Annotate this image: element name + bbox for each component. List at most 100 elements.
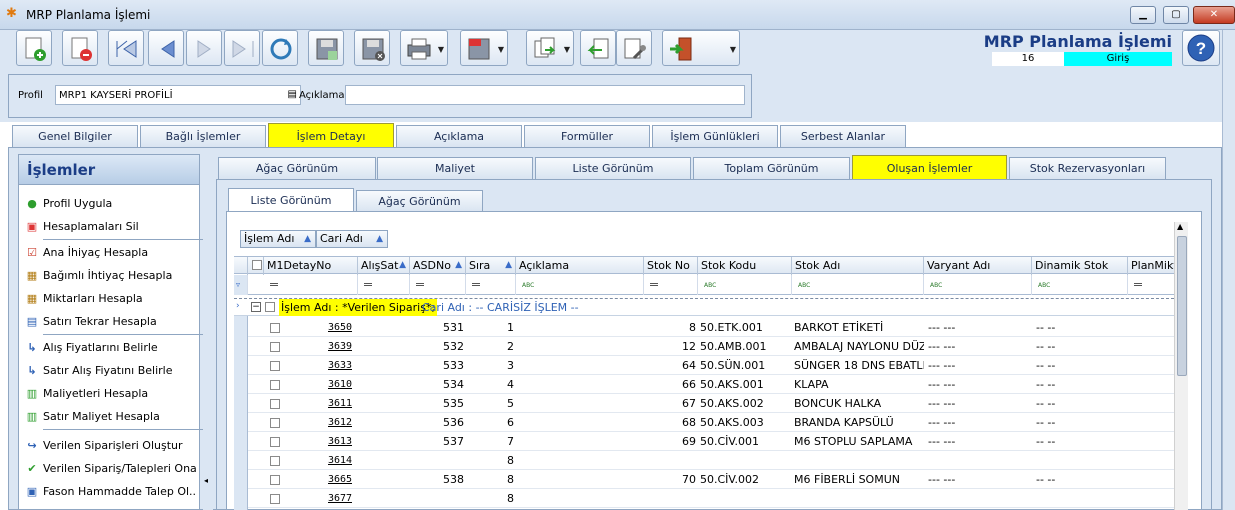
sidebar-item-satiri-tekrar[interactable]: ▤ Satırı Tekrar Hesapla xyxy=(25,313,197,331)
tab-maliyet[interactable]: Maliyet xyxy=(377,157,533,179)
tab-olusan-islemler[interactable]: Oluşan İşlemler xyxy=(852,155,1007,181)
next-record-button[interactable] xyxy=(186,30,222,66)
sidebar-item-profil-uygula[interactable]: ● Profil Uygula xyxy=(25,195,197,213)
tab-islem-detayi[interactable]: İşlem Detayı xyxy=(268,123,394,149)
import-button[interactable] xyxy=(580,30,616,66)
lookup-icon[interactable]: ▤ xyxy=(288,89,297,100)
sidebar-item-fason-hammadde[interactable]: ▣ Fason Hammadde Talep Ol... xyxy=(25,483,197,501)
sidebar-item-miktarlari-hesapla[interactable]: ▦ Miktarları Hesapla xyxy=(25,290,197,308)
table-row[interactable]: 3613 537 7 69 50.CİV.001 M6 STOPLU SAPLAMA ---… xyxy=(248,432,1174,451)
filter-cell[interactable]: ABC xyxy=(792,275,924,295)
col-aciklama[interactable]: Açıklama xyxy=(516,257,644,275)
cell-detay[interactable]: 3612 xyxy=(328,413,352,432)
row-checkbox[interactable] xyxy=(270,342,280,352)
sidebar-item-maliyetleri-hesapla[interactable]: ▥ Maliyetleri Hesapla xyxy=(25,385,197,403)
filter-cell[interactable] xyxy=(644,275,698,295)
sidebar-item-ana-ihtiyac[interactable]: ☑ Ana İhiyaç Hesapla xyxy=(25,244,197,262)
table-row[interactable]: 3677 8 xyxy=(248,489,1174,508)
profile-input[interactable]: MRP1 KAYSERİ PROFİLİ ▤ xyxy=(55,85,301,105)
row-checkbox[interactable] xyxy=(270,418,280,428)
tab-aciklama[interactable]: Açıklama xyxy=(396,125,522,147)
last-record-button[interactable] xyxy=(224,30,260,66)
col-stok-adi[interactable]: Stok Adı xyxy=(792,257,924,275)
first-record-button[interactable] xyxy=(108,30,144,66)
settings-button[interactable] xyxy=(616,30,652,66)
filter-cell[interactable]: ABC xyxy=(1032,275,1128,295)
table-row[interactable]: 3633 533 3 64 50.SÜN.001 SÜNGER 18 DNS EBATLI… xyxy=(248,356,1174,375)
print-button[interactable]: ▼ xyxy=(400,30,448,66)
transfer-button[interactable]: ▼ xyxy=(526,30,574,66)
tab-toplam-gorunum[interactable]: Toplam Görünüm xyxy=(693,157,850,179)
group-chip-islem-adi[interactable]: İşlem Adı ▲ xyxy=(240,230,316,248)
vertical-scrollbar[interactable]: ▲ xyxy=(1174,222,1188,510)
col-sira[interactable]: Sıra ▲ xyxy=(466,257,516,275)
cell-detay[interactable]: 3665 xyxy=(328,470,352,489)
row-checkbox[interactable] xyxy=(270,399,280,409)
cell-detay[interactable]: 3633 xyxy=(328,356,352,375)
table-row[interactable]: 3610 534 4 66 50.AKS.001 KLAPA --- --- -- -- xyxy=(248,375,1174,394)
scroll-thumb[interactable] xyxy=(1177,236,1187,376)
tab-liste-gorunum[interactable]: Liste Görünüm xyxy=(535,157,691,179)
filter-cell[interactable]: ABC xyxy=(516,275,644,295)
help-button[interactable]: ? xyxy=(1182,30,1220,66)
group-chip-cari-adi[interactable]: Cari Adı ▲ xyxy=(316,230,388,248)
tab-islem-gunlukleri[interactable]: İşlem Günlükleri xyxy=(652,125,778,147)
filter-funnel-icon[interactable]: ▿ xyxy=(234,275,248,295)
pdf-export-button[interactable]: ▼ xyxy=(460,30,508,66)
filter-cell[interactable] xyxy=(264,275,358,295)
cell-detay[interactable]: 3610 xyxy=(328,375,352,394)
table-row[interactable]: 3665 538 8 70 50.CİV.002 M6 FİBERLİ SOMUN --- … xyxy=(248,470,1174,489)
filter-cell[interactable] xyxy=(410,275,466,295)
cell-detay[interactable]: 3650 xyxy=(328,318,352,337)
cell-detay[interactable]: 3611 xyxy=(328,394,352,413)
col-stok-kodu[interactable]: Stok Kodu xyxy=(698,257,792,275)
table-row[interactable]: 3612 536 6 68 50.AKS.003 BRANDA KAPSÜLÜ --- --… xyxy=(248,413,1174,432)
minimize-button[interactable]: ▁ xyxy=(1130,6,1156,24)
tab-formuller[interactable]: Formüller xyxy=(524,125,650,147)
sidebar-item-siparis-onay[interactable]: ✔ Verilen Sipariş/Talepleri Ona... xyxy=(25,460,197,478)
save-close-button[interactable] xyxy=(354,30,390,66)
col-dinamik-stok[interactable]: Dinamik Stok xyxy=(1032,257,1128,275)
col-stok-no[interactable]: Stok No xyxy=(644,257,698,275)
tab-agac-gorunum[interactable]: Ağaç Görünüm xyxy=(218,157,376,179)
row-checkbox[interactable] xyxy=(270,361,280,371)
row-checkbox[interactable] xyxy=(270,437,280,447)
sidebar-item-hesaplamalari-sil[interactable]: ▣ Hesaplamaları Sil xyxy=(25,218,197,236)
sidebar-item-satir-alis-fiyati[interactable]: ↳ Satır Alış Fiyatını Belirle xyxy=(25,362,197,380)
sidebar-item-satir-maliyet[interactable]: ▥ Satır Maliyet Hesapla xyxy=(25,408,197,426)
new-doc-button[interactable] xyxy=(16,30,52,66)
delete-doc-button[interactable] xyxy=(62,30,98,66)
group-checkbox[interactable] xyxy=(265,302,275,312)
refresh-button[interactable] xyxy=(262,30,298,66)
filter-cell[interactable] xyxy=(358,275,410,295)
maximize-button[interactable]: ▢ xyxy=(1163,6,1189,24)
collapse-arrow-icon[interactable]: ◂ xyxy=(204,476,208,485)
group-row[interactable]: › − İşlem Adı : *Verilen Sipariş*; Cari … xyxy=(234,298,1174,316)
row-checkbox[interactable] xyxy=(270,456,280,466)
tab-view-agac[interactable]: Ağaç Görünüm xyxy=(356,190,483,212)
select-all-checkbox[interactable] xyxy=(248,257,264,275)
filter-cell[interactable]: ABC xyxy=(924,275,1032,295)
filter-cell[interactable] xyxy=(466,275,516,295)
filter-cell[interactable] xyxy=(1128,275,1174,295)
sidebar-item-verilen-siparisleri[interactable]: ↪ Verilen Siparişleri Oluştur xyxy=(25,437,197,455)
col-alissat[interactable]: AlışSat ▲ xyxy=(358,257,410,275)
row-checkbox[interactable] xyxy=(270,494,280,504)
save-button[interactable] xyxy=(308,30,344,66)
exit-button[interactable]: ▼ xyxy=(662,30,740,66)
col-planmiktar[interactable]: PlanMikta xyxy=(1128,257,1174,275)
cell-detay[interactable]: 3613 xyxy=(328,432,352,451)
tab-bagli-islemler[interactable]: Bağlı İşlemler xyxy=(140,125,266,147)
row-checkbox[interactable] xyxy=(270,323,280,333)
description-input[interactable] xyxy=(345,85,745,105)
table-row[interactable]: 3614 8 xyxy=(248,451,1174,470)
sidebar-collapse-handle[interactable]: ◂ xyxy=(203,154,213,510)
sidebar-item-alis-fiyatlari[interactable]: ↳ Alış Fiyatlarını Belirle xyxy=(25,339,197,357)
table-row[interactable]: 3639 532 2 12 50.AMB.001 AMBALAJ NAYLONU DÜZ … xyxy=(248,337,1174,356)
col-varyant-adi[interactable]: Varyant Adı xyxy=(924,257,1032,275)
close-window-button[interactable]: ✕ xyxy=(1193,6,1235,24)
col-m1detayno[interactable]: M1DetayNo xyxy=(264,257,358,275)
sidebar-item-bagimli-ihtiyac[interactable]: ▦ Bağımlı İhtiyaç Hesapla xyxy=(25,267,197,285)
cell-detay[interactable]: 3677 xyxy=(328,489,352,508)
table-row[interactable]: 3650 531 1 8 50.ETK.001 BARKOT ETİKETİ --- ---… xyxy=(248,318,1174,337)
